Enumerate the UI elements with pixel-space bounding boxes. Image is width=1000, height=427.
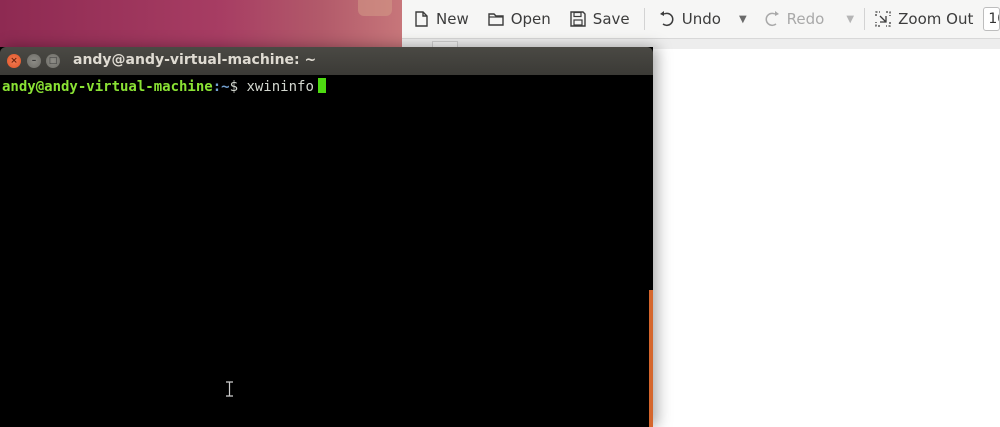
zoom-level-field[interactable]: 100% bbox=[983, 7, 1000, 31]
prompt-path: :~ bbox=[212, 79, 230, 95]
text-cursor bbox=[317, 78, 326, 93]
terminal-output-area[interactable]: andy@andy-virtual-machine:~$ xwininfo bbox=[0, 75, 649, 427]
terminal-titlebar[interactable]: × – □ andy@andy-virtual-machine: ~ bbox=[0, 47, 653, 75]
desktop-wallpaper bbox=[0, 0, 402, 48]
open-label: Open bbox=[510, 10, 551, 28]
minimize-window-button[interactable]: – bbox=[27, 54, 41, 68]
redo-arrow-icon bbox=[765, 11, 779, 27]
zoom-fit-icon bbox=[875, 11, 891, 27]
close-window-button[interactable]: × bbox=[7, 54, 21, 68]
typed-command: xwininfo bbox=[246, 79, 314, 95]
prompt-user-host: andy@andy-virtual-machine bbox=[2, 79, 213, 95]
undo-button[interactable]: Undo bbox=[654, 0, 725, 38]
undo-arrow-icon bbox=[659, 11, 674, 27]
prompt-line: andy@andy-virtual-machine:~$ xwininfo bbox=[2, 78, 326, 95]
folder-open-icon bbox=[488, 13, 504, 26]
close-icon: × bbox=[10, 56, 18, 66]
terminal-title: andy@andy-virtual-machine: ~ bbox=[73, 52, 317, 68]
ibeam-cursor-icon bbox=[226, 381, 233, 397]
floppy-disk-icon bbox=[570, 11, 586, 27]
save-label: Save bbox=[592, 10, 630, 28]
minimize-icon: – bbox=[31, 56, 37, 66]
maximize-icon: □ bbox=[48, 56, 58, 66]
new-label: New bbox=[436, 10, 469, 28]
zoom-out-label: Zoom Out bbox=[898, 10, 974, 28]
terminal-window: × – □ andy@andy-virtual-machine: ~ andy@… bbox=[0, 47, 653, 427]
terminal-scrollbar-thumb[interactable] bbox=[649, 290, 653, 427]
wallpaper-highlight bbox=[358, 0, 392, 16]
document-new-icon bbox=[415, 11, 428, 27]
redo-history-dropdown-icon[interactable]: ▼ bbox=[846, 14, 854, 25]
save-button[interactable]: Save bbox=[565, 0, 634, 38]
redo-button[interactable]: Redo bbox=[759, 0, 829, 38]
zoom-out-button[interactable]: Zoom Out bbox=[874, 0, 977, 38]
undo-history-dropdown-icon[interactable]: ▼ bbox=[739, 14, 747, 25]
prompt-symbol: $ bbox=[229, 79, 239, 95]
redo-label: Redo bbox=[786, 10, 825, 28]
editor-toolbar: New Open Save Undo ▼ Redo ▼ Zoom Out 1 bbox=[402, 0, 1000, 39]
maximize-window-button[interactable]: □ bbox=[46, 54, 60, 68]
open-button[interactable]: Open bbox=[483, 0, 555, 38]
undo-label: Undo bbox=[681, 10, 721, 28]
new-button[interactable]: New bbox=[408, 0, 473, 38]
